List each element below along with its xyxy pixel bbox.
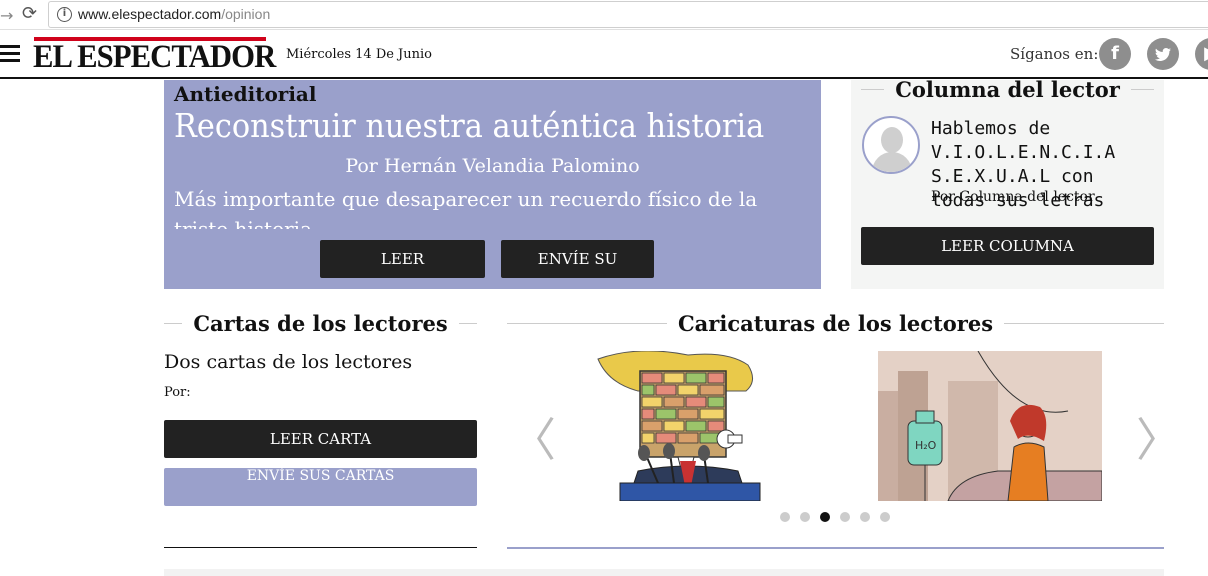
carousel-dot[interactable] xyxy=(860,512,870,522)
divider xyxy=(164,547,477,548)
twitter-icon[interactable] xyxy=(1147,38,1179,70)
reader-column-byline: Por Columna del lector xyxy=(931,189,1095,205)
address-bar[interactable]: i www.elespectador.com/opinion xyxy=(48,1,1208,28)
antieditorial-title[interactable]: Reconstruir nuestra auténtica historia xyxy=(174,106,764,145)
info-icon[interactable]: i xyxy=(57,7,72,22)
letters-byline: Por: xyxy=(164,385,191,400)
site-logo[interactable]: EL ESPECTADOR xyxy=(33,39,276,76)
carousel-dot[interactable] xyxy=(840,512,850,522)
letters-heading: Cartas de los lectores xyxy=(164,310,478,336)
read-column-button[interactable]: LEER COLUMNA xyxy=(861,227,1154,265)
forward-icon[interactable]: → xyxy=(0,6,13,25)
reader-column-heading-text: Columna del lector xyxy=(895,76,1120,102)
carousel-dot[interactable] xyxy=(880,512,890,522)
reader-column-heading: Columna del lector xyxy=(861,76,1155,102)
chevron-right-icon[interactable]: 〉 xyxy=(1136,417,1182,463)
next-section-strip xyxy=(164,569,1164,576)
cartoons-heading: Caricaturas de los lectores xyxy=(507,310,1164,336)
site-header: EL ESPECTADOR Miércoles 14 De Junio Síga… xyxy=(0,31,1208,79)
youtube-icon[interactable]: ▶ xyxy=(1195,38,1208,70)
svg-text:H₂O: H₂O xyxy=(915,439,937,452)
url-text[interactable]: www.elespectador.com/opinion xyxy=(78,6,270,22)
cartoon-image[interactable]: H₂O xyxy=(878,351,1102,501)
header-date: Miércoles 14 De Junio xyxy=(286,47,433,62)
antieditorial-kicker: Antieditorial xyxy=(174,82,317,106)
antieditorial-byline: Por Hernán Velandia Palomino xyxy=(345,155,640,177)
carousel-dots xyxy=(780,512,900,522)
facebook-icon[interactable]: f xyxy=(1099,38,1131,70)
carousel-dot[interactable] xyxy=(820,512,830,522)
read-antieditorial-button[interactable]: LEER ANTIEDITORIAL xyxy=(320,240,485,289)
follow-label: Síganos en: xyxy=(1010,45,1099,63)
send-column-button[interactable]: ENVÍE SU COLUMNA xyxy=(501,240,654,289)
read-letter-button[interactable]: LEER CARTA xyxy=(164,420,477,458)
reader-column-panel: Columna del lector Hablemos de V.I.O.L.E… xyxy=(851,76,1164,289)
chevron-left-icon[interactable]: 〈 xyxy=(510,417,556,463)
divider xyxy=(507,547,1164,549)
letters-title[interactable]: Dos cartas de los lectores xyxy=(164,351,412,373)
letters-heading-text: Cartas de los lectores xyxy=(193,310,448,336)
antieditorial-panel: Antieditorial Reconstruir nuestra autént… xyxy=(164,80,821,289)
cartoons-heading-text: Caricaturas de los lectores xyxy=(677,310,994,336)
carousel-dot[interactable] xyxy=(800,512,810,522)
send-letters-button[interactable]: ENVÍE SUS CARTAS xyxy=(164,468,477,506)
browser-toolbar: → ⟳ i www.elespectador.com/opinion xyxy=(0,0,1208,30)
reload-icon[interactable]: ⟳ xyxy=(22,4,42,24)
cartoon-image[interactable] xyxy=(578,351,802,501)
avatar xyxy=(862,116,920,174)
url-host: www.elespectador.com xyxy=(78,6,222,22)
hamburger-menu-icon[interactable] xyxy=(0,45,20,63)
carousel-dot[interactable] xyxy=(780,512,790,522)
antieditorial-summary: Más importante que desaparecer un recuer… xyxy=(174,187,758,229)
url-path: /opinion xyxy=(221,6,271,22)
